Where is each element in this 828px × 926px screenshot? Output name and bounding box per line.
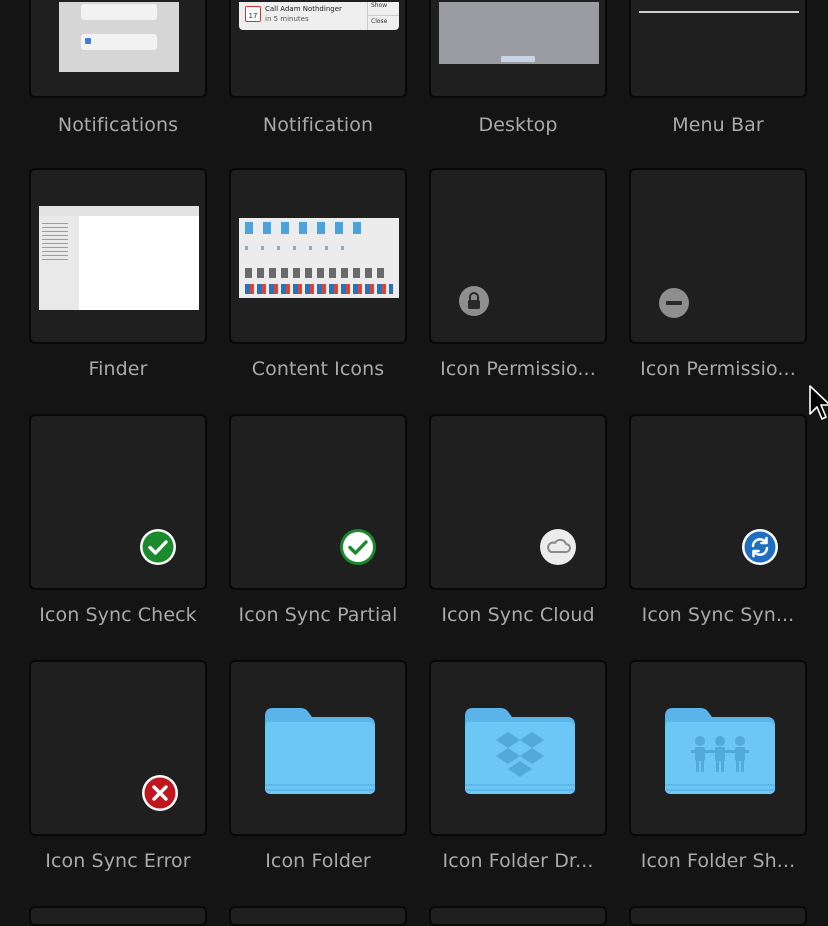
banner-title: Call Adam Nothdinger	[265, 5, 342, 13]
notification-banner: 17 Call Adam Nothdinger in 5 minutes Sho…	[239, 2, 399, 30]
tile-label: Icon Sync Check	[39, 604, 197, 626]
thumbnail	[29, 414, 207, 590]
mouse-cursor-icon	[809, 385, 828, 420]
tile-label: Icon Folder Sh...	[640, 850, 796, 872]
menubar-preview	[639, 11, 799, 13]
error-x-icon	[142, 775, 178, 811]
shared-folder-icon	[665, 708, 775, 794]
tile-partial[interactable]	[229, 906, 407, 926]
tile-partial[interactable]	[29, 906, 207, 926]
banner-subtitle: in 5 minutes	[265, 15, 309, 23]
folder-icon	[265, 708, 375, 794]
notifications-preview	[59, 2, 179, 72]
lock-icon	[459, 286, 489, 316]
thumbnail	[229, 168, 407, 344]
tile-label: Icon Sync Syn...	[641, 604, 795, 626]
thumbnail	[429, 168, 607, 344]
thumbnail	[629, 414, 807, 590]
thumbnail	[629, 660, 807, 836]
dock	[501, 56, 535, 62]
tile-partial[interactable]	[629, 906, 807, 926]
thumbnail	[629, 168, 807, 344]
thumbnail	[29, 168, 207, 344]
thumbnail	[29, 660, 207, 836]
finder-preview	[39, 206, 199, 310]
tile-label: Content Icons	[251, 358, 385, 380]
thumbnail	[229, 414, 407, 590]
tile-label: Icon Sync Partial	[238, 604, 398, 626]
tile-partial[interactable]	[429, 906, 607, 926]
thumbnail	[29, 0, 207, 98]
tile-label: Icon Sync Error	[45, 850, 191, 872]
sync-arrows-icon	[742, 529, 778, 565]
dropbox-folder-icon	[465, 708, 575, 794]
tile-label: Notifications	[57, 114, 179, 136]
tile-label: Finder	[88, 358, 148, 380]
asset-grid: Notifications 17 Call Adam Nothdinger in…	[0, 0, 828, 926]
thumbnail	[629, 0, 807, 98]
check-outline-icon	[340, 529, 376, 565]
banner-close: Close	[371, 18, 388, 25]
tile-label: Notification	[262, 114, 374, 136]
tile-label: Icon Sync Cloud	[441, 604, 595, 626]
content-icons-preview	[239, 218, 399, 298]
minus-icon	[659, 288, 689, 318]
thumbnail: 17 Call Adam Nothdinger in 5 minutes Sho…	[229, 0, 407, 98]
tile-label: Icon Folder Dr...	[442, 850, 594, 872]
tile-label: Icon Permissio...	[640, 358, 796, 380]
tile-label: Desktop	[478, 114, 558, 136]
tile-label: Icon Permissio...	[440, 358, 596, 380]
thumbnail	[429, 660, 607, 836]
thumbnail	[429, 414, 607, 590]
desktop-preview	[439, 2, 599, 64]
banner-show: Show	[371, 2, 388, 9]
tile-label: Icon Folder	[265, 850, 371, 872]
thumbnail	[229, 660, 407, 836]
calendar-icon: 17	[245, 6, 261, 22]
thumbnail	[429, 0, 607, 98]
cloud-icon	[540, 529, 576, 565]
tile-label: Menu Bar	[672, 114, 764, 136]
check-icon	[140, 529, 176, 565]
